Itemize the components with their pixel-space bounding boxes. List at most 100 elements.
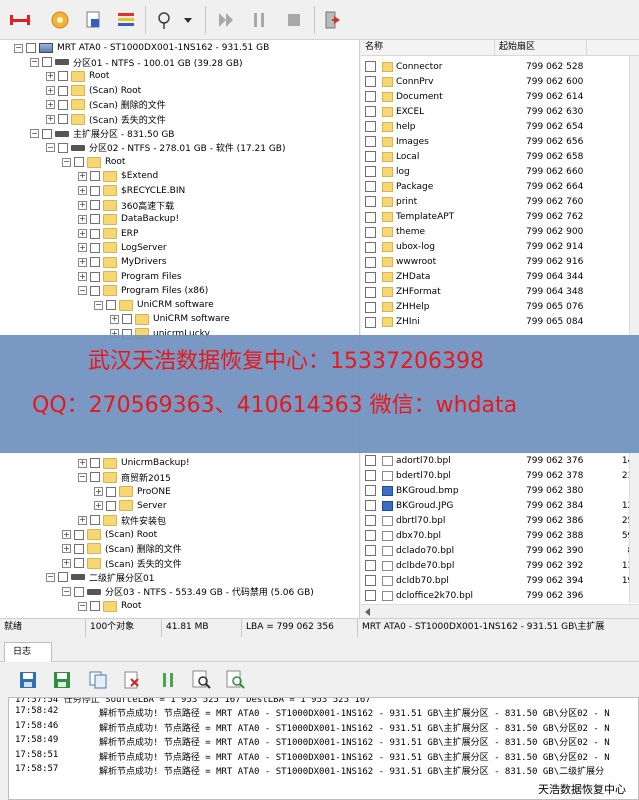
expand-icon[interactable]: +: [78, 200, 87, 210]
file-checkbox[interactable]: [365, 455, 376, 466]
file-row[interactable]: adortl70.bpl799 062 376146: [361, 453, 639, 468]
expand-icon[interactable]: +: [78, 243, 87, 253]
tree-checkbox[interactable]: [58, 572, 68, 583]
file-checkbox[interactable]: [365, 76, 376, 88]
file-checkbox[interactable]: [365, 211, 376, 223]
copy-icon[interactable]: [86, 669, 110, 691]
collapse-icon[interactable]: −: [30, 57, 39, 67]
tree-checkbox[interactable]: [58, 99, 68, 110]
file-row[interactable]: log 799 062 660: [361, 164, 639, 179]
tree-checkbox[interactable]: [90, 472, 100, 483]
stop-icon[interactable]: [280, 6, 308, 34]
tree-checkbox[interactable]: [90, 242, 100, 253]
tree-node[interactable]: − 分区02 - NTFS - 278.01 GB - 软件 (17.21 GB): [46, 141, 285, 155]
collapse-icon[interactable]: −: [62, 157, 71, 167]
disk-connect-icon[interactable]: [6, 6, 34, 34]
file-row[interactable]: EXCEL 799 062 630: [361, 104, 639, 119]
file-checkbox[interactable]: [365, 316, 376, 328]
file-row[interactable]: help 799 062 654: [361, 119, 639, 134]
tree-node[interactable]: + (Scan) 删除的文件: [62, 542, 182, 556]
tree-checkbox[interactable]: [106, 486, 116, 497]
expand-icon[interactable]: +: [78, 171, 87, 181]
file-checkbox[interactable]: [365, 470, 376, 482]
file-checkbox[interactable]: [365, 286, 376, 298]
tree-checkbox[interactable]: [90, 200, 100, 210]
expand-icon[interactable]: +: [78, 458, 87, 468]
expand-icon[interactable]: +: [78, 515, 87, 525]
file-list[interactable]: 名称 起始扇区 Connector 799 062 528 ConnPrv 799 0…: [361, 40, 639, 618]
tree-checkbox[interactable]: [74, 558, 84, 569]
tree-node[interactable]: − 二级扩展分区01: [46, 570, 154, 584]
expand-icon[interactable]: +: [78, 214, 87, 224]
expand-icon[interactable]: +: [78, 257, 87, 267]
tree-checkbox[interactable]: [90, 171, 100, 182]
file-checkbox[interactable]: [365, 106, 376, 118]
tree-node[interactable]: + (Scan) 丢失的文件: [46, 112, 166, 126]
file-checkbox[interactable]: [365, 485, 376, 497]
file-row[interactable]: dclbde70.bpl799 062 392134: [361, 558, 639, 573]
tree-checkbox[interactable]: [26, 43, 36, 53]
tree-checkbox[interactable]: [90, 515, 100, 526]
expand-icon[interactable]: +: [46, 86, 55, 96]
tree-checkbox[interactable]: [58, 142, 68, 153]
file-checkbox[interactable]: [365, 181, 376, 193]
column-size-header[interactable]: [587, 40, 639, 56]
file-row[interactable]: ZHHelp 799 065 076: [361, 300, 639, 315]
tree-checkbox[interactable]: [90, 458, 100, 468]
file-row[interactable]: Document 799 062 614: [361, 89, 639, 104]
tree-node[interactable]: +360高速下载: [78, 198, 174, 212]
tree-node[interactable]: + (Scan) 丢失的文件: [62, 556, 182, 570]
tree-node[interactable]: − Program Files (x86): [78, 284, 208, 298]
collapse-icon[interactable]: −: [78, 601, 87, 611]
tree-checkbox[interactable]: [90, 185, 100, 196]
tree-node[interactable]: + Program Files: [78, 270, 182, 284]
dropdown-arrow-icon[interactable]: [180, 6, 196, 34]
expand-icon[interactable]: +: [78, 186, 87, 196]
tree-node[interactable]: + MyDrivers: [78, 255, 166, 269]
expand-icon[interactable]: +: [94, 501, 103, 511]
file-checkbox[interactable]: [365, 301, 376, 313]
file-checkbox[interactable]: [365, 500, 376, 512]
collapse-icon[interactable]: −: [94, 300, 103, 310]
tree-node[interactable]: − 商贸新2015: [78, 470, 171, 484]
tree-checkbox[interactable]: [122, 314, 132, 325]
tree-node[interactable]: + UnicrmBackup!: [78, 456, 190, 470]
collapse-icon[interactable]: −: [30, 129, 39, 138]
expand-icon[interactable]: +: [78, 272, 87, 281]
file-row[interactable]: BKGroud.bmp799 062 3802: [361, 483, 639, 498]
tree-checkbox[interactable]: [58, 85, 68, 96]
file-checkbox[interactable]: [365, 515, 376, 527]
tree-node[interactable]: − 主扩展分区 - 831.50 GB: [30, 127, 174, 141]
tree-checkbox[interactable]: [106, 500, 116, 511]
horizontal-scrollbar[interactable]: [361, 604, 639, 618]
tree-checkbox[interactable]: [90, 257, 100, 268]
expand-icon[interactable]: +: [78, 229, 87, 239]
file-checkbox[interactable]: [365, 151, 376, 163]
file-checkbox[interactable]: [365, 560, 376, 572]
tree-node[interactable]: + (Scan) Root: [62, 528, 157, 542]
tree-checkbox[interactable]: [106, 300, 116, 311]
tree-checkbox[interactable]: [42, 57, 52, 67]
tree-root-disk[interactable]: − MRT ATA0 - ST1000DX001-1NS162 - 931.51…: [14, 41, 269, 55]
save-icon[interactable]: [16, 669, 40, 691]
file-row[interactable]: dbx70.bpl799 062 388597: [361, 528, 639, 543]
file-checkbox[interactable]: [365, 271, 376, 283]
tree-checkbox[interactable]: [58, 71, 68, 82]
tree-node[interactable]: + 软件安装包: [78, 513, 166, 527]
partition-tree[interactable]: − MRT ATA0 - ST1000DX001-1NS162 - 931.51…: [0, 40, 360, 618]
collapse-icon[interactable]: −: [62, 587, 71, 597]
sector-view-icon[interactable]: [80, 6, 108, 34]
tree-checkbox[interactable]: [74, 586, 84, 597]
partition-map-icon[interactable]: [112, 6, 140, 34]
file-checkbox[interactable]: [365, 256, 376, 268]
log-output[interactable]: 17:57:54 任务停止 SourceLBA = 1 953 525 167 …: [8, 697, 639, 800]
file-checkbox[interactable]: [365, 226, 376, 238]
file-row[interactable]: dcldb70.bpl799 062 394190: [361, 573, 639, 588]
file-row[interactable]: dclado70.bpl799 062 39083: [361, 543, 639, 558]
file-row[interactable]: bdertl70.bpl799 062 378217: [361, 468, 639, 483]
file-row[interactable]: ZHData 799 064 344: [361, 270, 639, 285]
file-checkbox[interactable]: [365, 241, 376, 253]
file-row[interactable]: ubox-log 799 062 914: [361, 240, 639, 255]
file-row[interactable]: wwwroot 799 062 916: [361, 255, 639, 270]
tree-node[interactable]: + (Scan) 删除的文件: [46, 98, 166, 112]
